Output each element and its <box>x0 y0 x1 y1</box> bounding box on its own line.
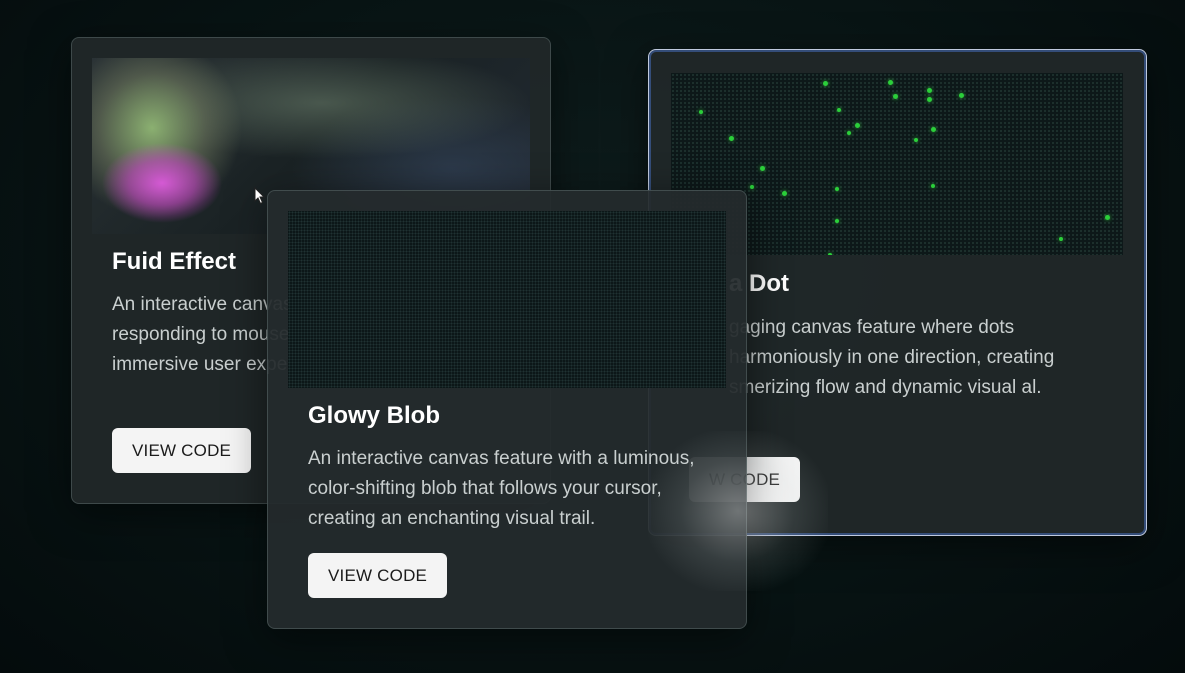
glowy-blob-canvas[interactable] <box>288 211 726 388</box>
data-dot <box>927 97 932 102</box>
view-code-button[interactable]: VIEW CODE <box>308 553 448 598</box>
data-dot <box>1059 237 1063 241</box>
data-dot <box>855 123 860 128</box>
card-title: Glowy Blob <box>308 402 440 429</box>
data-dot <box>782 191 787 196</box>
data-dot <box>847 131 851 135</box>
card-glowy-blob: Glowy Blob An interactive canvas feature… <box>267 190 828 629</box>
data-dot <box>959 93 964 98</box>
data-dot <box>893 94 898 99</box>
data-dot <box>931 184 935 188</box>
data-dot <box>835 219 839 223</box>
data-dot <box>828 253 832 255</box>
mouse-pointer-icon <box>254 186 266 205</box>
data-dot <box>927 88 932 93</box>
data-dot <box>914 138 918 142</box>
data-dot <box>823 81 828 86</box>
data-dot <box>1105 215 1110 220</box>
data-dot <box>931 127 936 132</box>
card-title: Fuid Effect <box>112 248 236 275</box>
data-dot <box>888 80 893 85</box>
card-description: gaging canvas feature where dots harmoni… <box>729 317 1055 398</box>
data-dot <box>729 136 734 141</box>
data-dot <box>699 110 703 114</box>
data-dot <box>750 185 754 189</box>
data-dot <box>835 187 839 191</box>
data-dot <box>837 108 841 112</box>
card-description: An interactive canvas feature with a lum… <box>308 448 695 529</box>
data-dot <box>760 166 765 171</box>
view-code-button[interactable]: VIEW CODE <box>112 428 252 473</box>
